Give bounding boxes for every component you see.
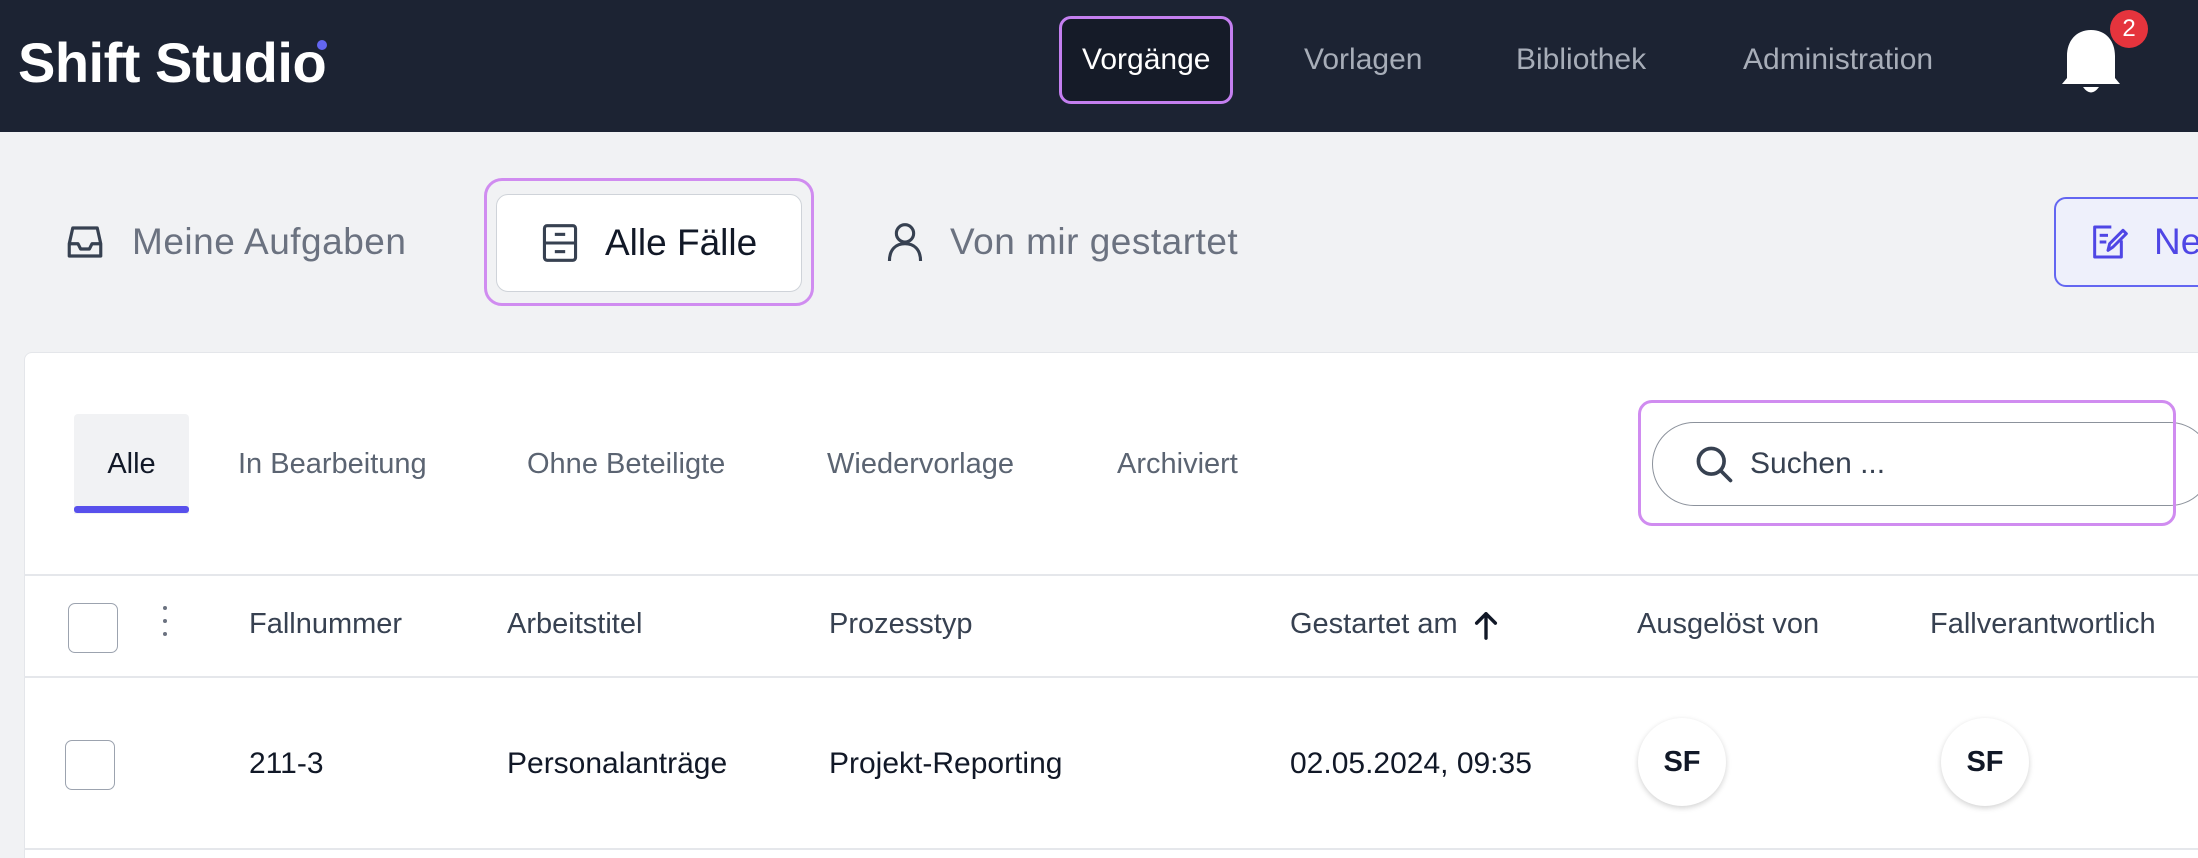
archive-cabinet-icon [542,224,578,262]
arrow-up-icon [1474,612,1497,641]
column-header-fallverantwortlich[interactable]: Fallverantwortlich [1930,604,2156,644]
cell-arbeitstitel: Personalanträge [507,747,728,780]
column-header-arbeitstitel[interactable]: Arbeitstitel [507,604,642,644]
brand-logo[interactable]: Shift Studio [18,28,327,98]
filter-tab-ohne-beteiligte[interactable]: Ohne Beteiligte [527,414,725,514]
column-header-fallnummer[interactable]: Fallnummer [249,604,402,644]
top-navigation-bar: Shift Studio Vorgänge Vorlagen Bibliothe… [0,0,2198,132]
select-all-checkbox[interactable] [68,603,118,653]
column-header-label: Gestartet am [1290,608,1458,640]
view-tab-von-mir-gestartet[interactable]: Von mir gestartet [886,190,1238,294]
edit-document-icon [2093,225,2128,259]
brand-dot [317,40,327,50]
nav-item-vorlagen[interactable]: Vorlagen [1304,16,1422,104]
view-tab-meine-aufgaben[interactable]: Meine Aufgaben [64,190,406,294]
new-button-label: Ne [2154,221,2198,262]
cell-prozesstyp: Projekt-Reporting [829,747,1063,780]
view-tab-label: Alle Fälle [605,222,758,263]
column-options-icon[interactable] [160,606,170,642]
filter-tab-in-bearbeitung[interactable]: In Bearbeitung [238,414,427,514]
cell-fallnummer[interactable]: 211-3 [249,744,324,784]
avatar-fallverantwortlich[interactable]: SF [1941,718,2029,806]
search-input[interactable] [1750,438,2150,490]
table-header-top-divider [24,574,2198,576]
active-filter-indicator [74,506,189,513]
inbox-icon [67,226,103,258]
table-header-bottom-divider [24,676,2198,678]
cell-gestartet-am: 02.05.2024, 09:35 [1290,747,1532,780]
column-header-prozesstyp[interactable]: Prozesstyp [829,604,972,644]
filter-tab-wiedervorlage[interactable]: Wiedervorlage [827,414,1014,514]
row-checkbox[interactable] [65,740,115,790]
column-header-ausgeloest-von[interactable]: Ausgelöst von [1637,604,1819,644]
new-case-button[interactable]: Ne [2054,197,2198,287]
user-icon [887,223,923,262]
column-header-gestartet-am[interactable]: Gestartet am [1290,604,1500,644]
filter-tab-archiviert[interactable]: Archiviert [1117,414,1238,514]
view-tab-alle-faelle[interactable]: Alle Fälle [496,194,802,292]
search-icon [1696,446,1733,483]
nav-item-vorgaenge[interactable]: Vorgänge [1059,16,1234,104]
view-tab-label: Von mir gestartet [950,221,1239,262]
nav-item-bibliothek[interactable]: Bibliothek [1516,16,1646,104]
avatar-ausgeloest-von[interactable]: SF [1638,718,1726,806]
view-tab-label: Meine Aufgaben [132,221,407,262]
notification-badge: 2 [2110,10,2148,48]
nav-item-administration[interactable]: Administration [1743,16,1933,104]
row-divider [24,848,2198,850]
filter-tab-alle[interactable]: Alle [74,414,189,514]
